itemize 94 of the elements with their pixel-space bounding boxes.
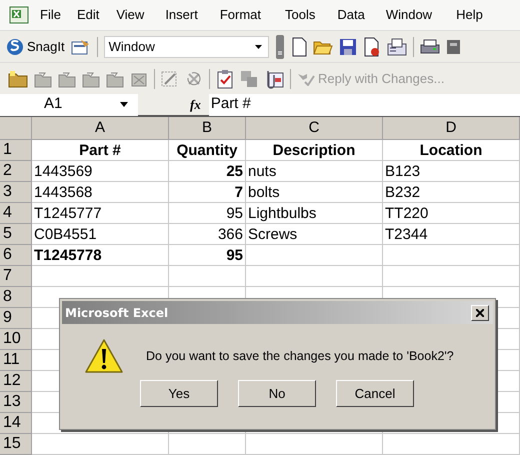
folder-icon[interactable]	[34, 70, 52, 88]
menu-item[interactable]: Window	[384, 5, 434, 25]
menu-item[interactable]: Tools	[283, 5, 318, 25]
row-header[interactable]: 3	[0, 182, 32, 203]
copy-icon[interactable]	[240, 70, 258, 88]
row-header[interactable]: 12	[0, 371, 32, 392]
table-cell: B123	[383, 161, 520, 182]
empty-cell[interactable]	[246, 434, 383, 455]
column-title: Location	[383, 140, 520, 161]
table-cell: Screws	[246, 224, 383, 245]
row-header[interactable]: 9	[0, 308, 32, 329]
column-title: Part #	[32, 140, 169, 161]
table-cell: 1443568	[32, 182, 169, 203]
dialog-button[interactable]: Yes	[140, 380, 218, 407]
new-document-icon[interactable]	[290, 36, 307, 56]
table-cell: T2344	[383, 224, 520, 245]
select-all-corner[interactable]	[0, 117, 32, 140]
capture-icon[interactable]	[70, 38, 91, 56]
dialog-button[interactable]: No	[238, 380, 316, 407]
column-title: Quantity	[169, 140, 246, 161]
menu-item[interactable]: View	[114, 5, 146, 25]
folder-icon[interactable]	[58, 70, 76, 88]
menu-item[interactable]: Help	[454, 5, 485, 25]
save-icon[interactable]	[338, 38, 357, 56]
name-box[interactable]: A1	[0, 94, 138, 116]
row-header[interactable]: 6	[0, 245, 32, 266]
table-cell: T1245778	[32, 245, 169, 266]
menu-item[interactable]: Data	[335, 5, 367, 25]
empty-cell[interactable]	[169, 434, 246, 455]
empty-cell[interactable]	[169, 266, 246, 287]
row-header[interactable]: 13	[0, 392, 32, 413]
caret-icon	[120, 102, 128, 107]
close-button[interactable]	[471, 304, 489, 320]
column-header[interactable]: C	[246, 117, 383, 140]
table-cell: bolts	[246, 182, 383, 203]
table-cell: TT220	[383, 203, 520, 224]
folder-icon[interactable]	[8, 70, 28, 88]
menu-item[interactable]: File	[38, 5, 63, 25]
row-header[interactable]: 4	[0, 203, 32, 224]
menu-item[interactable]: Format	[218, 5, 263, 25]
capture-type-dropdown[interactable]: Window	[104, 36, 269, 58]
table-cell: B232	[383, 182, 520, 203]
document-icon[interactable]	[362, 36, 381, 56]
close-icon	[476, 308, 484, 316]
row-header[interactable]: 15	[0, 434, 32, 455]
mail-icon[interactable]	[386, 38, 407, 56]
snagit-logo	[6, 38, 24, 56]
folder-icon[interactable]	[106, 70, 124, 88]
table-cell: C0B4551	[32, 224, 169, 245]
row-header[interactable]: 14	[0, 413, 32, 434]
table-cell: 7	[169, 182, 246, 203]
table-cell: Lightbulbs	[246, 203, 383, 224]
row-header[interactable]: 5	[0, 224, 32, 245]
row-header[interactable]: 1	[0, 140, 32, 161]
snagit-button[interactable]: SnagIt	[6, 34, 65, 58]
dialog-message: Do you want to save the changes you made to 'Book2'?	[146, 348, 454, 365]
row-header[interactable]: 2	[0, 161, 32, 182]
table-cell: T1245777	[32, 203, 169, 224]
row-header[interactable]: 8	[0, 287, 32, 308]
row-header[interactable]: 10	[0, 329, 32, 350]
table-cell: nuts	[246, 161, 383, 182]
table-cell: 1443569	[32, 161, 169, 182]
dialog-button[interactable]: Cancel	[336, 380, 414, 407]
toolbar-icon[interactable]	[446, 38, 460, 56]
clipboard-icon[interactable]	[216, 68, 234, 88]
folder-icon[interactable]	[82, 70, 100, 88]
menu-item[interactable]: Edit	[74, 5, 102, 25]
empty-cell[interactable]	[246, 266, 383, 287]
column-header[interactable]: A	[32, 117, 169, 140]
dialog-title: Microsoft Excel	[65, 304, 168, 322]
check-flag-icon	[297, 72, 315, 86]
table-cell: 25	[169, 161, 246, 182]
warning-icon	[84, 338, 124, 374]
row-header[interactable]: 7	[0, 266, 32, 287]
spreadsheet-icon[interactable]	[8, 5, 30, 25]
table-cell: 95	[169, 203, 246, 224]
formula-field[interactable]: Part #	[208, 94, 520, 116]
column-title: Description	[246, 140, 383, 161]
table-cell: 95	[169, 245, 246, 266]
empty-cell[interactable]	[383, 266, 520, 287]
menu-item[interactable]: Insert	[163, 5, 200, 25]
toolbar-grip-icon[interactable]	[274, 34, 285, 60]
empty-cell[interactable]	[246, 245, 383, 266]
insert-function-button[interactable]: fx	[190, 94, 201, 114]
empty-cell[interactable]	[383, 434, 520, 455]
print-icon[interactable]	[420, 38, 440, 56]
pencil-icon[interactable]	[161, 70, 179, 88]
row-header[interactable]: 11	[0, 350, 32, 371]
caret-icon	[254, 44, 262, 48]
column-header[interactable]: B	[169, 117, 246, 140]
empty-cell[interactable]	[383, 245, 520, 266]
undo-icon[interactable]	[185, 70, 203, 88]
table-cell: 366	[169, 224, 246, 245]
column-header[interactable]: D	[383, 117, 520, 140]
